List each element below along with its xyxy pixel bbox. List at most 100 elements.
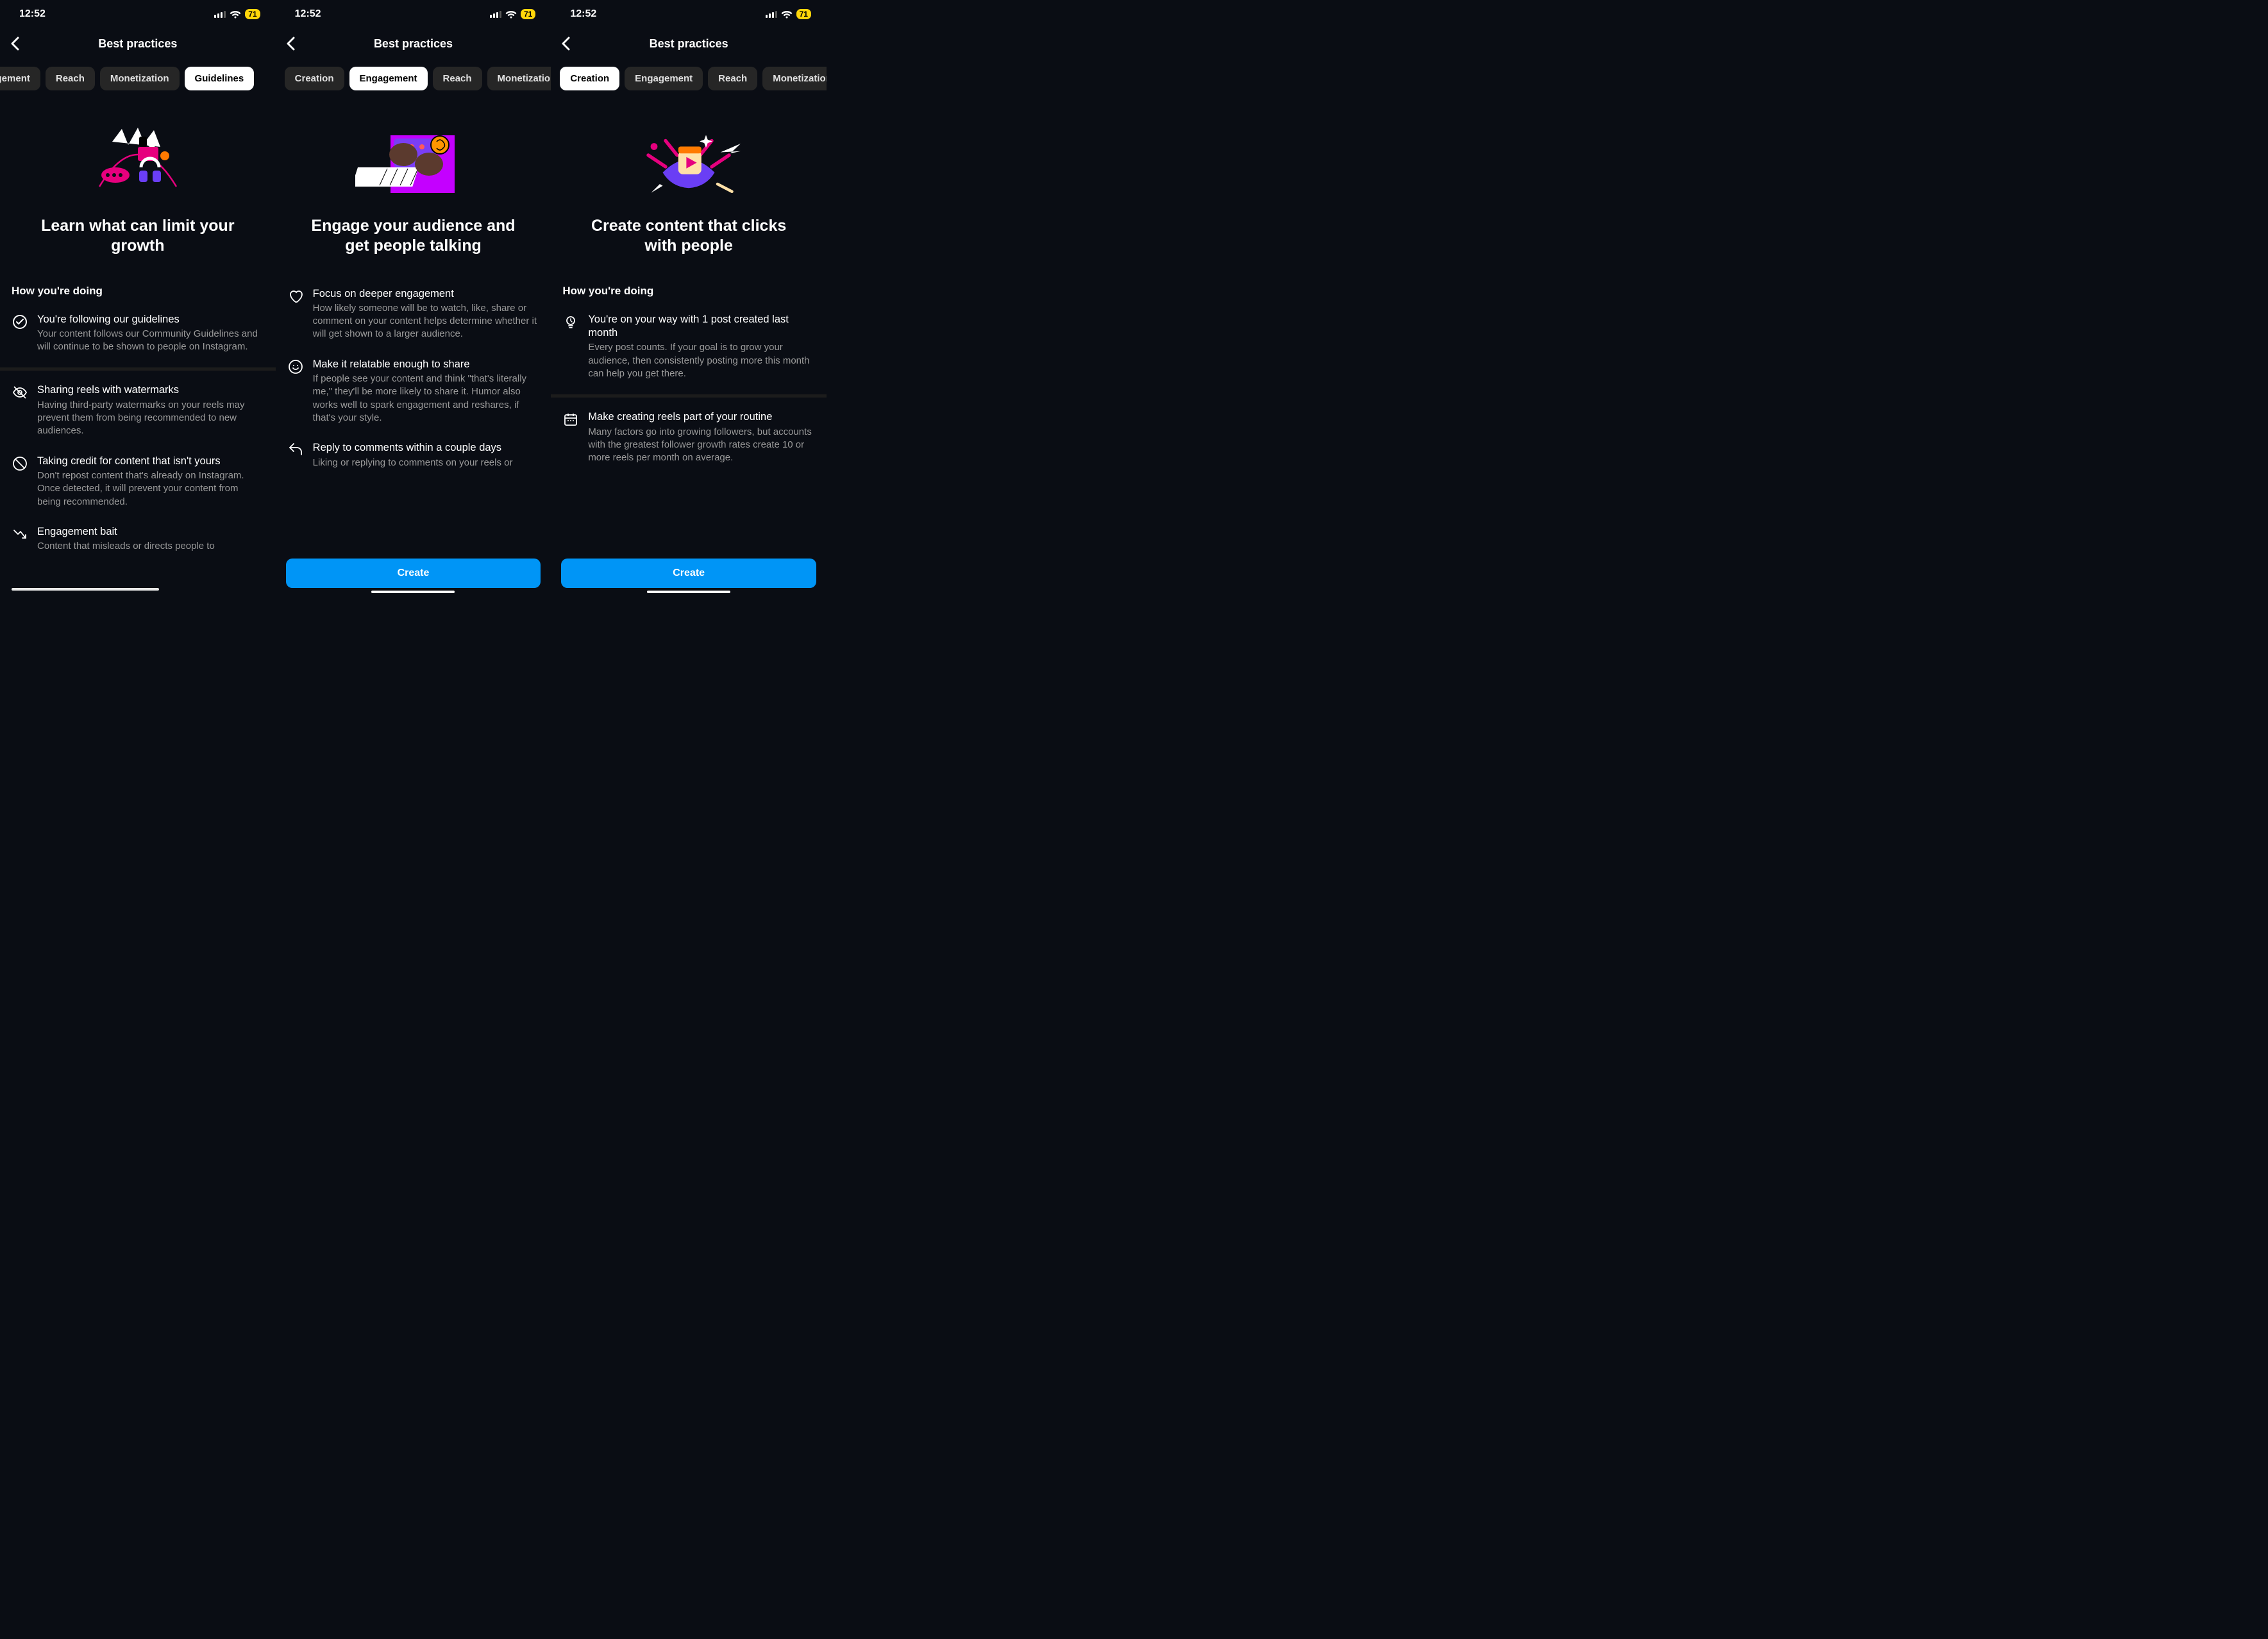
list-item: You're following our guidelines Your con… xyxy=(0,307,276,364)
divider xyxy=(0,367,276,371)
item-desc: How likely someone will be to watch, lik… xyxy=(313,302,540,341)
item-title: Make it relatable enough to share xyxy=(313,358,540,371)
item-title: Engagement bait xyxy=(37,525,264,539)
tab-reach[interactable]: Reach xyxy=(433,67,482,90)
wifi-icon xyxy=(230,10,241,19)
smile-icon xyxy=(287,358,304,424)
item-title: You're on your way with 1 post created l… xyxy=(588,313,815,340)
hero-title: Create content that clicks with people xyxy=(564,206,814,256)
status-bar: 12:52 71 xyxy=(276,0,551,28)
hero-illustration xyxy=(80,116,196,206)
nav-bar: Best practices xyxy=(551,28,827,59)
tab-monetization[interactable]: Monetization xyxy=(487,67,551,90)
content-area[interactable]: Learn what can limit your growth How you… xyxy=(0,98,276,597)
lightbulb-icon xyxy=(562,313,579,381)
status-time: 12:52 xyxy=(295,8,321,20)
battery-indicator: 71 xyxy=(521,9,535,19)
item-desc: Every post counts. If your goal is to gr… xyxy=(588,341,815,380)
hero-title: Engage your audience and get people talk… xyxy=(289,206,539,256)
chevron-left-icon xyxy=(286,37,295,51)
status-bar: 12:52 71 xyxy=(551,0,827,28)
list-item: Sharing reels with watermarks Having thi… xyxy=(0,377,276,448)
item-desc: If people see your content and think "th… xyxy=(313,373,540,424)
tab-monetization[interactable]: Monetization xyxy=(100,67,180,90)
back-button[interactable] xyxy=(281,31,300,56)
create-button[interactable]: Create xyxy=(286,559,541,588)
hero-illustration xyxy=(355,116,471,206)
reply-icon xyxy=(287,441,304,469)
tab-guidelines[interactable]: Guidelines xyxy=(185,67,255,90)
nav-title: Best practices xyxy=(551,37,827,51)
check-circle-icon xyxy=(12,313,28,354)
divider xyxy=(551,394,827,398)
trend-down-icon xyxy=(12,525,28,553)
tab-monetization[interactable]: Monetization xyxy=(762,67,827,90)
tab-creation[interactable]: Creation xyxy=(285,67,344,90)
screen-engagement: 12:52 71 Best practices Creation Engagem… xyxy=(276,0,551,597)
nav-title: Best practices xyxy=(0,37,276,51)
wifi-icon xyxy=(505,10,517,19)
tab-engagement[interactable]: Engagement xyxy=(349,67,428,90)
item-desc: Don't repost content that's already on I… xyxy=(37,469,264,509)
section-label: How you're doing xyxy=(551,267,827,307)
item-desc: Having third-party watermarks on your re… xyxy=(37,399,264,438)
cellular-icon xyxy=(766,10,777,18)
item-title: Taking credit for content that isn't you… xyxy=(37,455,264,468)
status-right: 71 xyxy=(490,9,535,19)
back-button[interactable] xyxy=(5,31,24,56)
battery-indicator: 71 xyxy=(796,9,811,19)
list-item: Engagement bait Content that misleads or… xyxy=(0,519,276,564)
hero-illustration xyxy=(631,116,746,206)
status-time: 12:52 xyxy=(19,8,46,20)
heart-icon xyxy=(287,287,304,341)
tab-reach[interactable]: Reach xyxy=(708,67,757,90)
tab-reach[interactable]: Reach xyxy=(46,67,95,90)
item-desc: Liking or replying to comments on your r… xyxy=(313,457,540,469)
item-desc: Many factors go into growing followers, … xyxy=(588,426,815,465)
eye-off-icon xyxy=(12,383,28,437)
chevron-left-icon xyxy=(561,37,570,51)
screen-guidelines: 12:52 71 Best practices gagement Reach M… xyxy=(0,0,276,597)
chevron-left-icon xyxy=(10,37,19,51)
status-time: 12:52 xyxy=(570,8,596,20)
list-item: You're on your way with 1 post created l… xyxy=(551,307,827,391)
tab-engagement[interactable]: gagement xyxy=(0,67,40,90)
calendar-icon xyxy=(562,410,579,464)
list-item: Reply to comments within a couple days L… xyxy=(276,435,551,480)
item-desc: Your content follows our Community Guide… xyxy=(37,328,264,354)
status-right: 71 xyxy=(766,9,811,19)
home-indicator xyxy=(647,591,730,593)
item-title: Reply to comments within a couple days xyxy=(313,441,540,455)
screen-creation: 12:52 71 Best practices Creation Engagem… xyxy=(551,0,827,597)
create-button[interactable]: Create xyxy=(561,559,816,588)
hero: Create content that clicks with people xyxy=(551,98,827,267)
hero: Learn what can limit your growth xyxy=(0,98,276,267)
tabs-row[interactable]: Creation Engagement Reach Monetization xyxy=(551,59,827,98)
content-area[interactable]: Create content that clicks with people H… xyxy=(551,98,827,551)
list-item: Make it relatable enough to share If peo… xyxy=(276,351,551,435)
section-label: How you're doing xyxy=(0,267,276,307)
no-circle-icon xyxy=(12,455,28,509)
list-item: Taking credit for content that isn't you… xyxy=(0,448,276,519)
item-title: You're following our guidelines xyxy=(37,313,264,326)
list-item: Focus on deeper engagement How likely so… xyxy=(276,281,551,351)
item-title: Focus on deeper engagement xyxy=(313,287,540,301)
battery-indicator: 71 xyxy=(245,9,260,19)
hero-title: Learn what can limit your growth xyxy=(13,206,263,256)
tabs-row[interactable]: gagement Reach Monetization Guidelines xyxy=(0,59,276,98)
content-area[interactable]: Engage your audience and get people talk… xyxy=(276,98,551,551)
scroll-indicator xyxy=(12,588,159,591)
home-indicator xyxy=(371,591,455,593)
tab-creation[interactable]: Creation xyxy=(560,67,619,90)
wifi-icon xyxy=(781,10,793,19)
tab-engagement[interactable]: Engagement xyxy=(625,67,703,90)
status-right: 71 xyxy=(214,9,260,19)
tabs-row[interactable]: Creation Engagement Reach Monetization xyxy=(276,59,551,98)
item-desc: Content that misleads or directs people … xyxy=(37,540,264,553)
back-button[interactable] xyxy=(556,31,575,56)
nav-bar: Best practices xyxy=(0,28,276,59)
nav-title: Best practices xyxy=(276,37,551,51)
item-title: Sharing reels with watermarks xyxy=(37,383,264,397)
hero: Engage your audience and get people talk… xyxy=(276,98,551,267)
cellular-icon xyxy=(214,10,226,18)
